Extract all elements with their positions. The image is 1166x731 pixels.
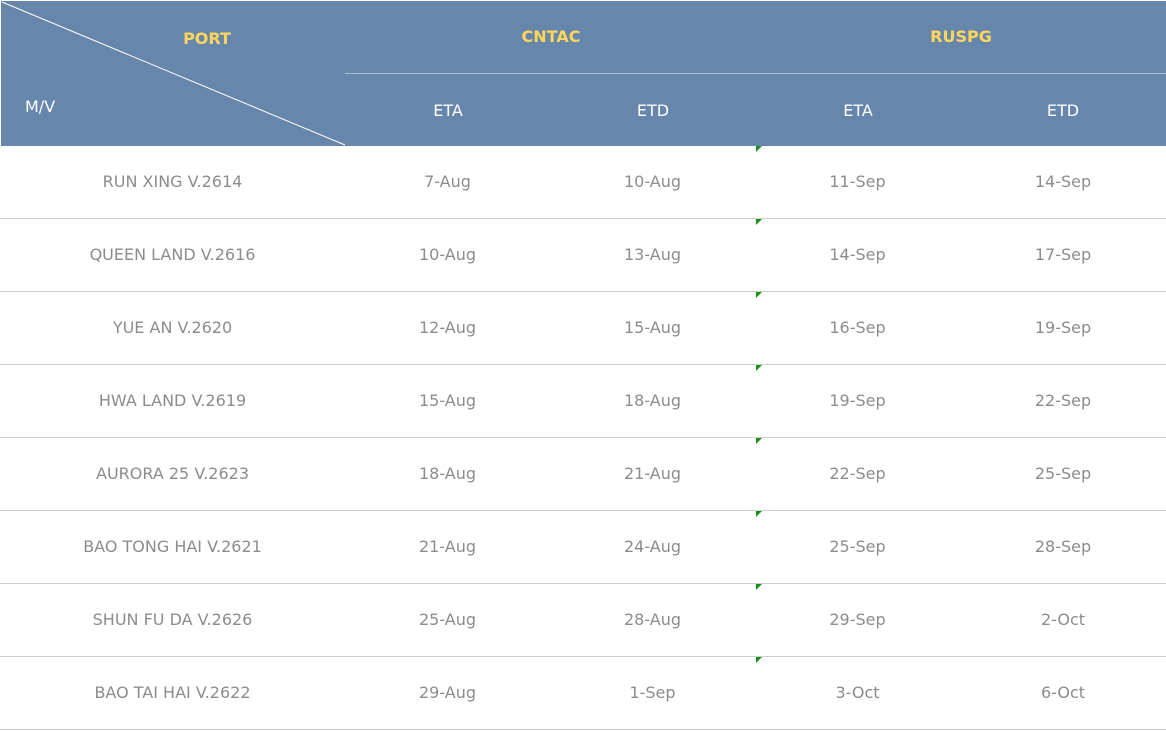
cntac-etd-cell: 24-Aug	[623, 537, 682, 556]
cntac-eta-cell: 7-Aug	[424, 172, 471, 191]
header-divider	[345, 73, 1166, 74]
cntac-eta-cell: 18-Aug	[418, 464, 477, 483]
cntac-eta-cell: 15-Aug	[418, 391, 477, 410]
table-row: SHUN FU DA V.2626 25-Aug 28-Aug 29-Sep 2…	[0, 584, 1166, 657]
subcol-cntac-eta: ETA	[433, 101, 463, 120]
port-header-ruspg: RUSPG	[930, 27, 992, 46]
ruspg-eta-cell: 22-Sep	[829, 464, 886, 483]
vessel-cell: QUEEN LAND V.2616	[89, 245, 256, 264]
header-diagonal-divider	[1, 1, 346, 146]
table-row: QUEEN LAND V.2616 10-Aug 13-Aug 14-Sep 1…	[0, 219, 1166, 292]
schedule-table: PORT M/V CNTAC RUSPG ETA ETD ETA ETD RUN…	[0, 0, 1166, 731]
cntac-etd-cell: 15-Aug	[623, 318, 682, 337]
ruspg-eta-cell: 29-Sep	[829, 610, 886, 629]
table-row: HWA LAND V.2619 15-Aug 18-Aug 19-Sep 22-…	[0, 365, 1166, 438]
corner-port-label: PORT	[183, 29, 231, 48]
vessel-cell: RUN XING V.2614	[102, 172, 243, 191]
cell-flag-marker	[756, 511, 762, 517]
cntac-etd-cell: 21-Aug	[623, 464, 682, 483]
cell-flag-marker	[756, 657, 762, 663]
table-header: PORT M/V CNTAC RUSPG ETA ETD ETA ETD	[1, 1, 1166, 146]
cntac-etd-cell: 10-Aug	[623, 172, 682, 191]
cntac-etd-cell: 28-Aug	[623, 610, 682, 629]
ruspg-etd-cell: 25-Sep	[1034, 464, 1092, 483]
ruspg-etd-cell: 6-Oct	[1040, 683, 1086, 702]
vessel-cell: BAO TAI HAI V.2622	[94, 683, 251, 702]
vessel-cell: AURORA 25 V.2623	[96, 464, 249, 483]
ruspg-eta-cell: 11-Sep	[829, 172, 886, 191]
ruspg-etd-cell: 17-Sep	[1034, 245, 1092, 264]
cntac-eta-cell: 12-Aug	[418, 318, 477, 337]
table-row: BAO TONG HAI V.2621 21-Aug 24-Aug 25-Sep…	[0, 511, 1166, 584]
subcol-ruspg-eta: ETA	[843, 101, 873, 120]
subcol-ruspg-etd: ETD	[1046, 101, 1080, 120]
ruspg-etd-cell: 28-Sep	[1034, 537, 1092, 556]
cntac-eta-cell: 25-Aug	[418, 610, 477, 629]
cntac-eta-cell: 29-Aug	[418, 683, 477, 702]
cntac-etd-cell: 13-Aug	[623, 245, 682, 264]
ruspg-etd-cell: 22-Sep	[1034, 391, 1092, 410]
ruspg-eta-cell: 25-Sep	[829, 537, 886, 556]
vessel-cell: YUE AN V.2620	[112, 318, 233, 337]
cell-flag-marker	[756, 584, 762, 590]
ruspg-etd-cell: 2-Oct	[1040, 610, 1086, 629]
vessel-cell: BAO TONG HAI V.2621	[83, 537, 262, 556]
table-row: YUE AN V.2620 12-Aug 15-Aug 16-Sep 19-Se…	[0, 292, 1166, 365]
ruspg-etd-cell: 14-Sep	[1034, 172, 1092, 191]
table-row: BAO TAI HAI V.2622 29-Aug 1-Sep 3-Oct 6-…	[0, 657, 1166, 730]
cntac-etd-cell: 1-Sep	[629, 683, 676, 702]
ruspg-eta-cell: 3-Oct	[835, 683, 880, 702]
cell-flag-marker	[756, 146, 762, 152]
vessel-cell: HWA LAND V.2619	[98, 391, 247, 410]
cell-flag-marker	[756, 365, 762, 371]
subcol-cntac-etd: ETD	[636, 101, 670, 120]
corner-vessel-label: M/V	[25, 97, 56, 116]
cell-flag-marker	[756, 438, 762, 444]
cntac-eta-cell: 21-Aug	[418, 537, 477, 556]
ruspg-eta-cell: 16-Sep	[829, 318, 886, 337]
table-row: RUN XING V.2614 7-Aug 10-Aug 11-Sep 14-S…	[0, 146, 1166, 219]
ruspg-etd-cell: 19-Sep	[1034, 318, 1092, 337]
cntac-eta-cell: 10-Aug	[418, 245, 477, 264]
cntac-etd-cell: 18-Aug	[623, 391, 682, 410]
ruspg-eta-cell: 14-Sep	[829, 245, 886, 264]
cell-flag-marker	[756, 292, 762, 298]
ruspg-eta-cell: 19-Sep	[829, 391, 886, 410]
table-body: RUN XING V.2614 7-Aug 10-Aug 11-Sep 14-S…	[0, 146, 1166, 730]
cell-flag-marker	[756, 219, 762, 225]
vessel-cell: SHUN FU DA V.2626	[92, 610, 253, 629]
port-header-cntac: CNTAC	[521, 27, 581, 46]
table-row: AURORA 25 V.2623 18-Aug 21-Aug 22-Sep 25…	[0, 438, 1166, 511]
